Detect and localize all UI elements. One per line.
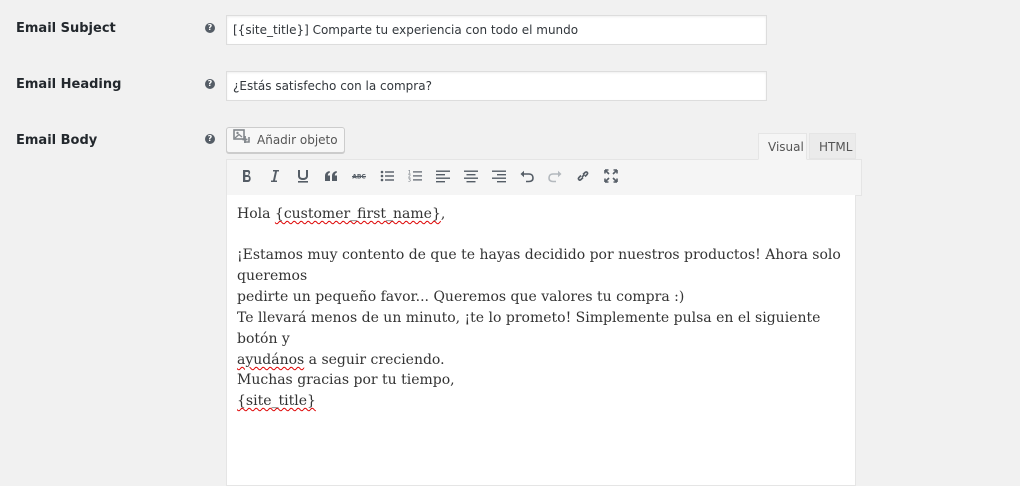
align-right-icon	[491, 168, 507, 188]
fullscreen-button[interactable]	[597, 164, 625, 192]
email-body-label: Email Body	[16, 133, 98, 148]
request-line-1: Te llevará menos de un minuto, ¡te lo pr…	[237, 310, 821, 347]
editor-paragraph-intro: ¡Estamos muy contento de que te hayas de…	[237, 245, 852, 308]
link-icon	[575, 168, 591, 188]
help-icon[interactable]: ?	[205, 23, 215, 33]
email-subject-input[interactable]: [{site_title}] Comparte tu experiencia c…	[226, 15, 767, 45]
tab-html[interactable]: HTML	[809, 133, 856, 159]
email-heading-label: Email Heading	[16, 77, 122, 92]
add-media-label: Añadir objeto	[257, 133, 338, 147]
editor-paragraph-request: Te llevará menos de un minuto, ¡te lo pr…	[237, 308, 852, 371]
align-left-icon	[435, 168, 451, 188]
underline-button[interactable]	[289, 164, 317, 192]
email-subject-label: Email Subject	[16, 21, 116, 36]
signoff-line: Muchas gracias por tu tiempo,	[237, 372, 455, 388]
bold-icon	[239, 168, 255, 188]
fullscreen-icon	[603, 168, 619, 188]
customer-first-name-token: {customer_first_name}	[274, 206, 441, 222]
align-right-button[interactable]	[485, 164, 513, 192]
align-center-button[interactable]	[457, 164, 485, 192]
italic-icon	[267, 168, 283, 188]
numbered-list-button[interactable]: 123	[401, 164, 429, 192]
link-button[interactable]	[569, 164, 597, 192]
tab-visual[interactable]: Visual	[758, 133, 807, 160]
strikethrough-button[interactable]: ABC	[345, 164, 373, 192]
redo-icon	[547, 168, 563, 188]
bullet-list-icon	[379, 168, 395, 188]
strikethrough-icon: ABC	[351, 168, 367, 188]
svg-text:3: 3	[408, 177, 411, 183]
site-title-token: {site_title}	[237, 393, 316, 409]
italic-button[interactable]	[261, 164, 289, 192]
help-icon[interactable]: ?	[205, 79, 215, 89]
email-heading-input[interactable]: ¿Estás satisfecho con la compra?	[226, 71, 767, 101]
intro-line-2: pedirte un pequeño favor... Queremos que…	[237, 289, 685, 305]
greeting-suffix: ,	[440, 206, 446, 222]
intro-line-1: ¡Estamos muy contento de que te hayas de…	[237, 247, 841, 284]
redo-button[interactable]	[541, 164, 569, 192]
misspelled-word: ayudános	[237, 352, 305, 368]
undo-button[interactable]	[513, 164, 541, 192]
quote-icon	[323, 168, 339, 188]
align-left-button[interactable]	[429, 164, 457, 192]
bullet-list-button[interactable]	[373, 164, 401, 192]
request-line-2: a seguir creciendo.	[304, 352, 445, 368]
editor-paragraph-signoff: Muchas gracias por tu tiempo, {site_title…	[237, 370, 852, 412]
email-body-editor[interactable]: Hola {customer_first_name}, ¡Estamos muy…	[226, 195, 856, 486]
add-media-button[interactable]: Añadir objeto	[226, 127, 345, 153]
help-icon[interactable]: ?	[205, 134, 215, 144]
align-center-icon	[463, 168, 479, 188]
editor-paragraph-greeting: Hola {customer_first_name},	[237, 204, 852, 225]
numbered-list-icon: 123	[407, 168, 423, 188]
editor-toolbar: ABC 123	[226, 159, 862, 196]
add-media-icon	[233, 128, 251, 152]
bold-button[interactable]	[233, 164, 261, 192]
undo-icon	[519, 168, 535, 188]
greeting-text: Hola	[237, 206, 275, 222]
blockquote-button[interactable]	[317, 164, 345, 192]
underline-icon	[295, 168, 311, 188]
